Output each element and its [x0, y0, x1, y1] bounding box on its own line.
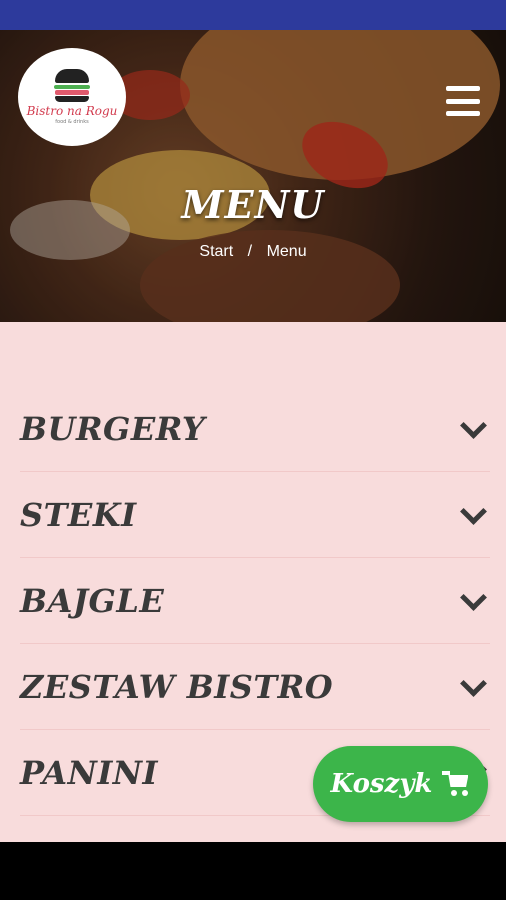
- category-label: BURGERY: [20, 409, 206, 448]
- cart-button[interactable]: Koszyk: [313, 746, 488, 822]
- category-label: ZESTAW BISTRO: [20, 667, 334, 706]
- breadcrumb-current: Menu: [266, 243, 307, 260]
- breadcrumb: Start / Menu: [0, 243, 506, 261]
- category-label: BAJGLE: [20, 581, 165, 620]
- chevron-down-icon[interactable]: [458, 672, 488, 702]
- category-label: PANINI: [20, 753, 158, 792]
- category-label: STEKI: [20, 495, 137, 534]
- chevron-down-icon[interactable]: [458, 586, 488, 616]
- logo-name: Bistro na Rogu: [26, 104, 118, 118]
- breadcrumb-separator: /: [247, 243, 253, 260]
- breadcrumb-home[interactable]: Start: [199, 243, 233, 260]
- page-title: MENU: [181, 182, 325, 227]
- cart-label: Koszyk: [330, 769, 433, 799]
- logo-tagline: food & drinks: [55, 119, 89, 125]
- category-zestaw-bistro[interactable]: ZESTAW BISTRO: [20, 644, 490, 730]
- chevron-down-icon[interactable]: [458, 414, 488, 444]
- status-bar: [0, 0, 506, 30]
- category-bajgle[interactable]: BAJGLE: [20, 558, 490, 644]
- site-logo[interactable]: Bistro na Rogu food & drinks: [18, 48, 126, 146]
- cart-icon: [442, 771, 470, 797]
- category-burgery[interactable]: BURGERY: [20, 386, 490, 472]
- hamburger-menu-icon[interactable]: [446, 86, 480, 116]
- burger-icon: [54, 69, 90, 102]
- navigation-bar: [0, 842, 506, 900]
- chevron-down-icon[interactable]: [458, 500, 488, 530]
- category-steki[interactable]: STEKI: [20, 472, 490, 558]
